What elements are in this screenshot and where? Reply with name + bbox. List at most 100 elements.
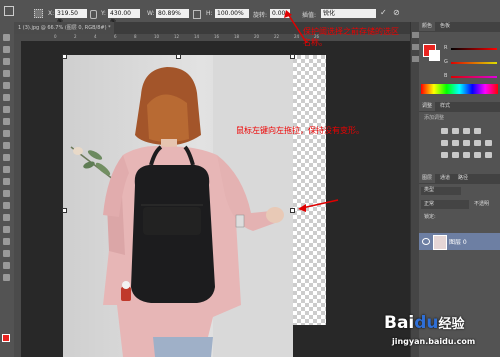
transform-handle-middle-left[interactable] [62,208,67,213]
red-slider[interactable] [451,48,497,50]
pen-icon[interactable] [3,202,10,209]
interpolation-select[interactable]: 锐化 [321,9,376,18]
brightness-icon[interactable] [441,128,448,134]
blur-icon[interactable] [3,178,10,185]
photo-filter-icon[interactable] [485,140,492,146]
confirm-transform-button[interactable]: ✓ [380,8,387,17]
tab-adjustments[interactable]: 调整 [419,102,436,111]
color-ramp[interactable] [421,84,498,94]
x-label: X: [48,10,55,17]
properties-panel-icon[interactable] [412,44,419,50]
more-tools-icon[interactable] [3,274,10,281]
crop-icon[interactable] [3,82,10,89]
hand-icon[interactable] [3,250,10,257]
posterize-icon[interactable] [452,152,459,158]
info-panel-icon[interactable] [412,56,419,62]
black-white-icon[interactable] [474,140,481,146]
history-panel-icon[interactable] [412,32,419,38]
ruler-number: 0 [54,34,57,39]
photo-layer[interactable] [63,55,293,357]
rotate-label: 旋转: [253,12,268,19]
healing-brush-icon[interactable] [3,106,10,113]
watermark-brand: Bai [384,313,415,333]
clone-stamp-icon[interactable] [3,130,10,137]
quick-select-icon[interactable] [3,70,10,77]
vertical-ruler[interactable] [14,41,21,357]
watermark-brand-suffix: 经验 [438,317,465,332]
tab-swatches[interactable]: 色板 [437,22,453,31]
curves-icon[interactable] [463,128,470,134]
gradient-map-icon[interactable] [474,152,481,158]
vibrance-icon[interactable] [441,140,448,146]
document-tab-label: 1 (3).jpg @ 66.7% (图层 0, RGB/8#) * [18,25,111,31]
lock-label: 锁定: [424,214,436,220]
move-icon[interactable] [3,34,10,41]
layer-kind-filter[interactable]: 类型 [421,187,461,195]
transform-handle-top-right[interactable] [290,54,295,59]
color-panel-background[interactable] [429,50,440,61]
ruler-number: 6 [114,34,117,39]
eraser-icon[interactable] [3,154,10,161]
tab-paths[interactable]: 路径 [455,174,471,183]
path-select-icon[interactable] [3,226,10,233]
layer-kind-label: 类型 [424,187,435,193]
transform-handle-top-left[interactable] [62,54,67,59]
ruler-number: 10 [154,34,160,39]
move-tool-icon[interactable] [4,6,14,16]
hue-saturation-icon[interactable] [452,140,459,146]
color-balance-icon[interactable] [463,140,470,146]
transform-handle-middle-right[interactable] [290,208,295,213]
x-field[interactable]: 319.50 像 [55,9,87,26]
transform-handle-top-center[interactable] [176,54,181,59]
invert-icon[interactable] [441,152,448,158]
ruler-number: 16 [214,34,220,39]
layer-name: 图层 0 [449,239,467,246]
y-field[interactable]: 430.00 像 [108,9,140,26]
tab-styles[interactable]: 样式 [437,102,453,111]
threshold-icon[interactable] [463,152,470,158]
zoom-icon[interactable] [3,262,10,269]
exposure-icon[interactable] [474,128,481,134]
visibility-eye-icon[interactable] [422,238,430,245]
width-field[interactable]: 80.89% [156,9,189,18]
gradient-icon[interactable] [3,166,10,173]
blue-slider[interactable] [451,76,497,78]
annotation-arrow-left [298,199,339,212]
selective-color-icon[interactable] [485,152,492,158]
ruler-number: 12 [174,34,180,39]
maintain-ratio-icon[interactable] [193,10,201,19]
history-brush-icon[interactable] [3,142,10,149]
tab-color[interactable]: 颜色 [419,22,436,31]
cancel-transform-button[interactable]: ⊘ [393,8,400,17]
blend-mode-value: 正常 [424,201,435,207]
foreground-color-swatch[interactable] [2,334,10,342]
reference-point-icon[interactable] [34,9,43,18]
dodge-icon[interactable] [3,190,10,197]
w-label: W: [147,10,155,17]
channel-g-label: G [444,59,448,65]
lasso-icon[interactable] [3,58,10,65]
levels-icon[interactable] [452,128,459,134]
ruler-number: 4 [94,34,97,39]
marquee-icon[interactable] [3,46,10,53]
annotation-top: 保护阈选择之前存储的选区名称。 [303,27,399,47]
blend-mode-select[interactable]: 正常 [421,200,469,209]
brush-icon[interactable] [3,118,10,125]
link-icon[interactable] [90,10,97,19]
layer-row[interactable]: 图层 0 [419,233,500,250]
shape-icon[interactable] [3,238,10,245]
transparent-area [293,55,326,325]
eyedropper-icon[interactable] [3,94,10,101]
tools-panel [0,22,15,357]
annotation-middle: 鼠标左键向左拖拉，保持没有变形。 [236,126,364,135]
ruler-number: 2 [74,34,77,39]
document-tab[interactable]: 1 (3).jpg @ 66.7% (图层 0, RGB/8#) * × [14,22,114,43]
type-icon[interactable] [3,214,10,221]
ruler-number: 22 [274,34,280,39]
watermark-url: jingyan.baidu.com [392,337,476,346]
height-field[interactable]: 100.00% [215,9,249,18]
ruler-number: 14 [194,34,200,39]
tab-layers[interactable]: 图层 [419,174,436,183]
tab-channels[interactable]: 通道 [437,174,453,183]
green-slider[interactable] [451,62,497,64]
